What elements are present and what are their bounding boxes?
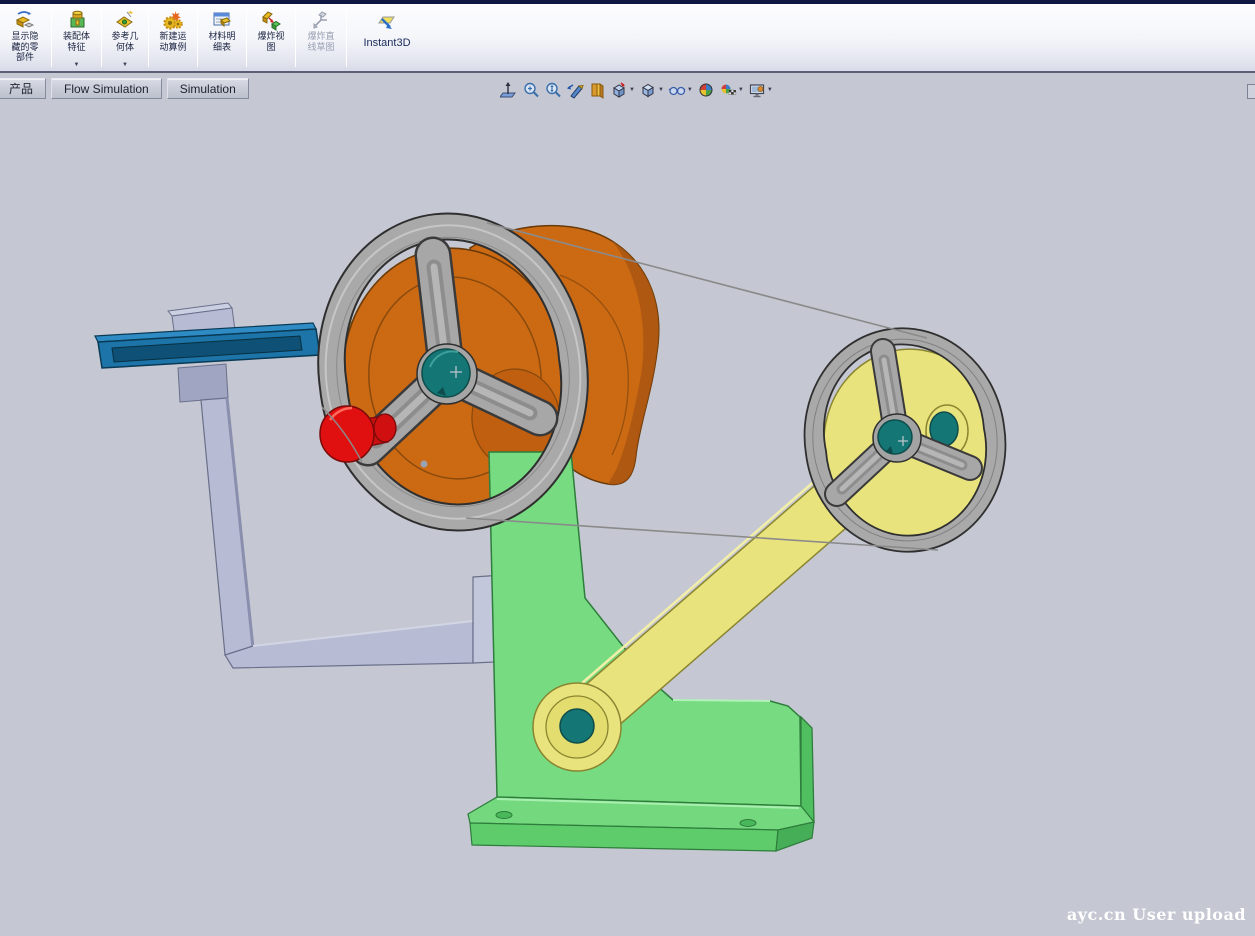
instant3d-icon xyxy=(376,13,398,35)
dropdown-arrow-icon: ▼ xyxy=(767,87,773,93)
exploded-view-icon xyxy=(260,9,282,31)
toolbar-separator xyxy=(51,8,52,67)
button-label-line: 材料明 xyxy=(208,31,235,42)
reference-geometry-icon xyxy=(114,9,136,31)
display-style-button[interactable]: ▼ xyxy=(637,80,666,100)
new-motion-study-icon xyxy=(162,9,184,31)
edit-appearance-button[interactable] xyxy=(695,80,717,100)
zoom-to-area-button[interactable] xyxy=(520,80,542,100)
exploded-view-button[interactable]: 爆炸视 图 xyxy=(248,4,294,71)
button-label-line: 新建运 xyxy=(159,31,186,42)
button-label-line: 显示隐 xyxy=(11,31,38,42)
button-label-line: 何体 xyxy=(116,42,134,53)
previous-view-icon xyxy=(566,81,584,99)
graphics-viewport[interactable]: 产品 Flow Simulation Simulation ▼ xyxy=(0,75,1255,936)
button-label-line: 部件 xyxy=(16,52,34,63)
dropdown-arrow-icon: ▼ xyxy=(74,62,80,68)
assembly-model[interactable] xyxy=(0,75,1255,936)
show-hide-components-button[interactable]: 显示隐 藏的零 部件 xyxy=(0,4,50,71)
apply-scene-button[interactable]: ▼ xyxy=(717,80,746,100)
small-hub xyxy=(878,420,912,454)
tab-product[interactable]: 产品 xyxy=(0,78,46,99)
reference-geometry-button[interactable]: 参考几 何体 ▼ xyxy=(103,4,147,71)
button-label-line: 参考几 xyxy=(111,31,138,42)
solidworks-window: 显示隐 藏的零 部件 装配体 特征 ▼ 参考几 何体 ▼ xyxy=(0,0,1255,936)
button-label-line: Instant3D xyxy=(363,38,410,49)
view-settings-icon xyxy=(748,81,766,99)
button-label-line: 藏的零 xyxy=(11,42,38,53)
show-hide-components-icon xyxy=(14,9,36,31)
apply-scene-icon xyxy=(719,81,737,99)
bolt-hole xyxy=(496,812,512,819)
dropdown-arrow-icon: ▼ xyxy=(738,87,744,93)
pivot-pin xyxy=(560,709,594,743)
section-view-icon xyxy=(588,81,606,99)
toolbar-separator xyxy=(295,8,296,67)
view-orientation-button[interactable]: ▼ xyxy=(608,80,637,100)
zoom-to-fit-button[interactable] xyxy=(498,80,520,100)
new-motion-study-button[interactable]: 新建运 动算例 xyxy=(150,4,196,71)
toolbar-separator xyxy=(346,8,347,67)
zoom-to-fit-icon xyxy=(500,81,518,99)
heads-up-view-toolbar: ▼ ▼ ▼ ▼ ▼ xyxy=(498,78,775,102)
button-label-line: 装配体 xyxy=(63,31,90,42)
display-style-icon xyxy=(639,81,657,99)
dropdown-arrow-icon: ▼ xyxy=(122,62,128,68)
explode-line-sketch-button[interactable]: 爆炸直 线草图 xyxy=(297,4,345,71)
hide-show-items-icon xyxy=(668,81,686,99)
toolbar-separator xyxy=(148,8,149,67)
command-manager-tabs: 产品 Flow Simulation Simulation xyxy=(0,78,249,99)
toolbar-separator xyxy=(246,8,247,67)
previous-view-button[interactable] xyxy=(564,80,586,100)
assembly-features-button[interactable]: 装配体 特征 ▼ xyxy=(53,4,100,71)
toolbar-separator xyxy=(101,8,102,67)
dropdown-arrow-icon: ▼ xyxy=(687,87,693,93)
vertex-dot xyxy=(421,461,428,468)
zoom-to-area-icon xyxy=(522,81,540,99)
tab-simulation[interactable]: Simulation xyxy=(167,78,249,99)
bill-of-materials-button[interactable]: 材料明 细表 xyxy=(199,4,245,71)
hide-show-items-button[interactable]: ▼ xyxy=(666,80,695,100)
button-label-line: 特征 xyxy=(67,42,85,53)
button-label-line: 图 xyxy=(266,42,275,53)
zoom-in-out-button[interactable] xyxy=(542,80,564,100)
assembly-features-icon xyxy=(66,9,88,31)
tab-flow-simulation[interactable]: Flow Simulation xyxy=(51,78,162,99)
button-label-line: 线草图 xyxy=(307,42,334,53)
button-label-line: 细表 xyxy=(213,42,231,53)
button-label-line: 动算例 xyxy=(159,42,186,53)
bolt-hole xyxy=(740,820,756,827)
dropdown-arrow-icon: ▼ xyxy=(658,87,664,93)
button-label-line: 爆炸直 xyxy=(307,31,334,42)
watermark-text: ayc.cn User upload xyxy=(1067,905,1246,924)
command-manager-toolbar: 显示隐 藏的零 部件 装配体 特征 ▼ 参考几 何体 ▼ xyxy=(0,4,1255,73)
collapsed-pane-button[interactable] xyxy=(1247,84,1255,99)
zoom-in-out-icon xyxy=(544,81,562,99)
bill-of-materials-icon xyxy=(211,9,233,31)
view-settings-button[interactable]: ▼ xyxy=(746,80,775,100)
toolbar-separator xyxy=(197,8,198,67)
instant3d-button[interactable]: Instant3D xyxy=(348,4,426,71)
edit-appearance-icon xyxy=(697,81,715,99)
section-view-button[interactable] xyxy=(586,80,608,100)
large-hub xyxy=(422,349,470,397)
button-label-line: 爆炸视 xyxy=(257,31,284,42)
view-orientation-icon xyxy=(610,81,628,99)
explode-line-sketch-icon xyxy=(310,9,332,31)
dropdown-arrow-icon: ▼ xyxy=(629,87,635,93)
